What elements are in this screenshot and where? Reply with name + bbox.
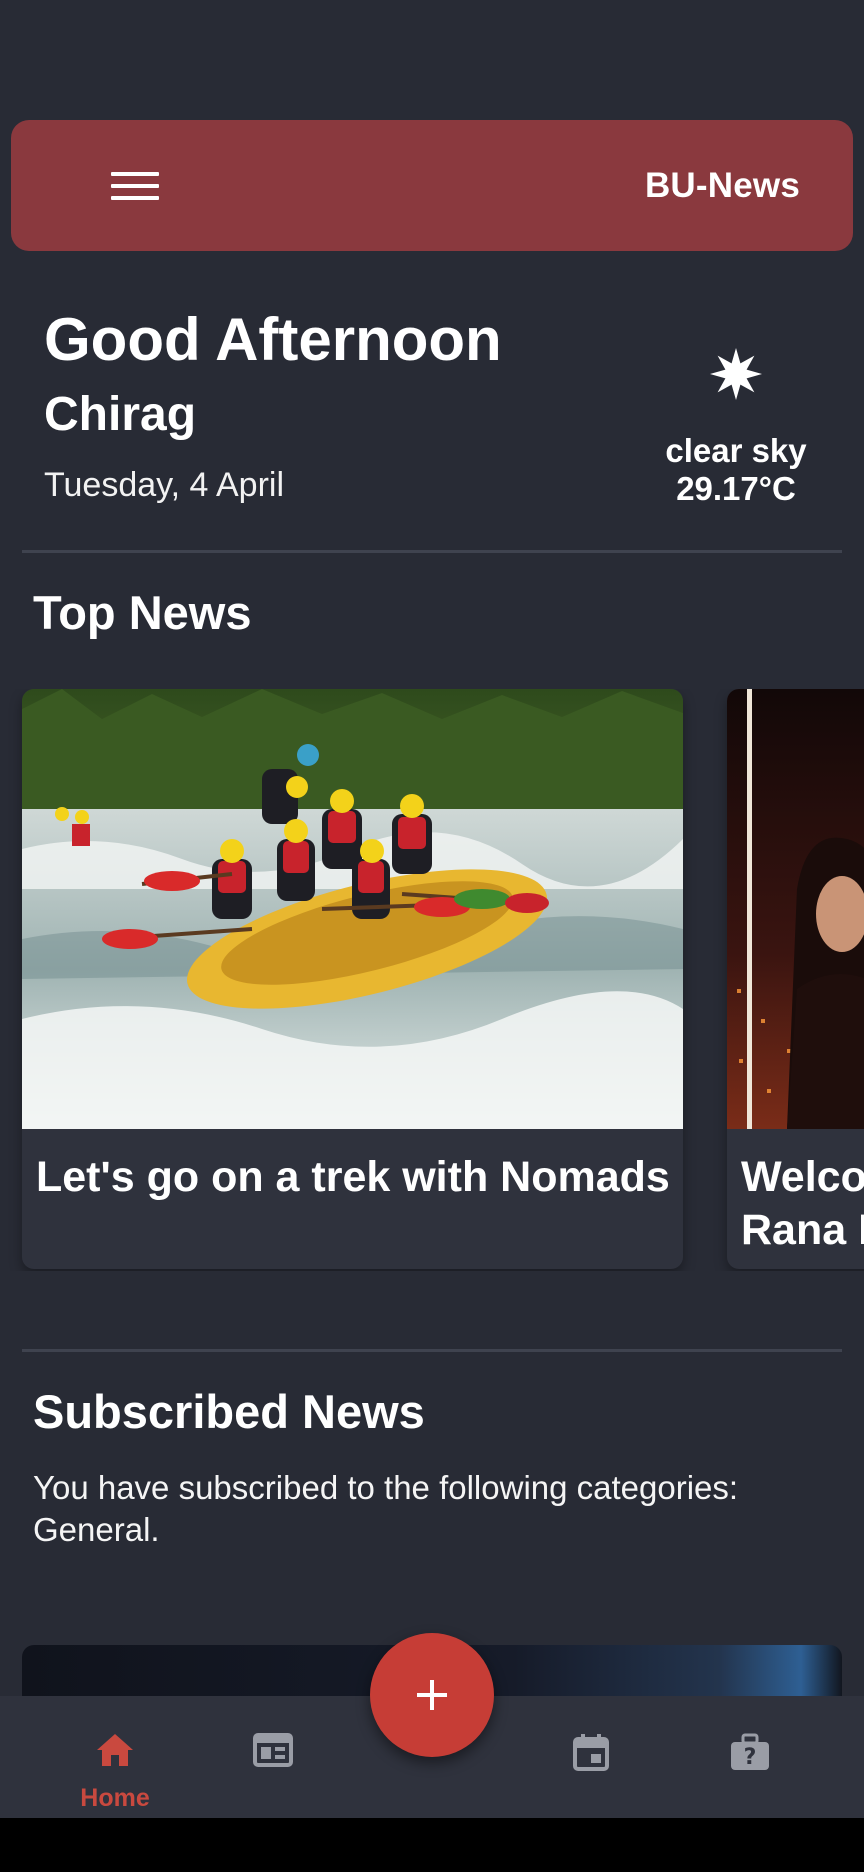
quiz-briefcase-icon: ? bbox=[731, 1733, 769, 1770]
home-icon bbox=[97, 1734, 133, 1766]
system-navigation-bar bbox=[0, 1818, 864, 1872]
news-card-title: Let's go on a trek with Nomads bbox=[36, 1153, 670, 1201]
subscribed-categories-text: You have subscribed to the following cat… bbox=[33, 1469, 739, 1548]
calendar-icon bbox=[573, 1734, 609, 1771]
nav-quiz[interactable]: ? bbox=[680, 1696, 820, 1818]
sun-icon bbox=[710, 348, 762, 400]
news-card[interactable]: Welco Rana I bbox=[727, 689, 864, 1269]
weather-temperature: 29.17°C bbox=[676, 470, 796, 507]
news-card-title-line: Welco bbox=[741, 1153, 864, 1201]
movie-poster-photo bbox=[727, 689, 864, 1129]
home-screen: BU-News Good Afternoon Chirag Tuesday, 4… bbox=[0, 0, 864, 1872]
top-news-heading: Top News bbox=[33, 586, 252, 639]
add-fab-button[interactable] bbox=[370, 1633, 494, 1757]
subscribed-news-heading: Subscribed News bbox=[33, 1385, 425, 1438]
news-card-title-line: Rana I bbox=[741, 1206, 864, 1254]
current-date: Tuesday, 4 April bbox=[44, 466, 285, 504]
nav-calendar[interactable] bbox=[521, 1696, 661, 1818]
nav-home[interactable]: Home bbox=[45, 1696, 185, 1818]
divider bbox=[22, 550, 842, 553]
newspaper-icon bbox=[253, 1733, 293, 1767]
top-news-carousel[interactable]: Let's go on a trek with Nomads Welco Ran… bbox=[0, 689, 864, 1271]
river-rafting-photo bbox=[22, 689, 683, 1129]
weather-widget: clear sky 29.17°C bbox=[640, 340, 832, 508]
nav-home-label: Home bbox=[80, 1784, 150, 1812]
news-card-title: Welco Rana I bbox=[741, 1151, 864, 1257]
greeting-headline: Good Afternoon bbox=[44, 306, 502, 373]
app-title: BU-News bbox=[644, 166, 800, 205]
plus-icon bbox=[370, 1633, 494, 1757]
app-bar: BU-News bbox=[11, 120, 853, 251]
weather-description: clear sky bbox=[665, 432, 807, 469]
svg-text:?: ? bbox=[744, 1745, 757, 1770]
user-name: Chirag bbox=[44, 388, 197, 441]
nav-news[interactable] bbox=[203, 1696, 343, 1818]
hamburger-menu-icon[interactable] bbox=[99, 160, 171, 212]
divider bbox=[22, 1349, 842, 1352]
news-card[interactable]: Let's go on a trek with Nomads bbox=[22, 689, 683, 1269]
